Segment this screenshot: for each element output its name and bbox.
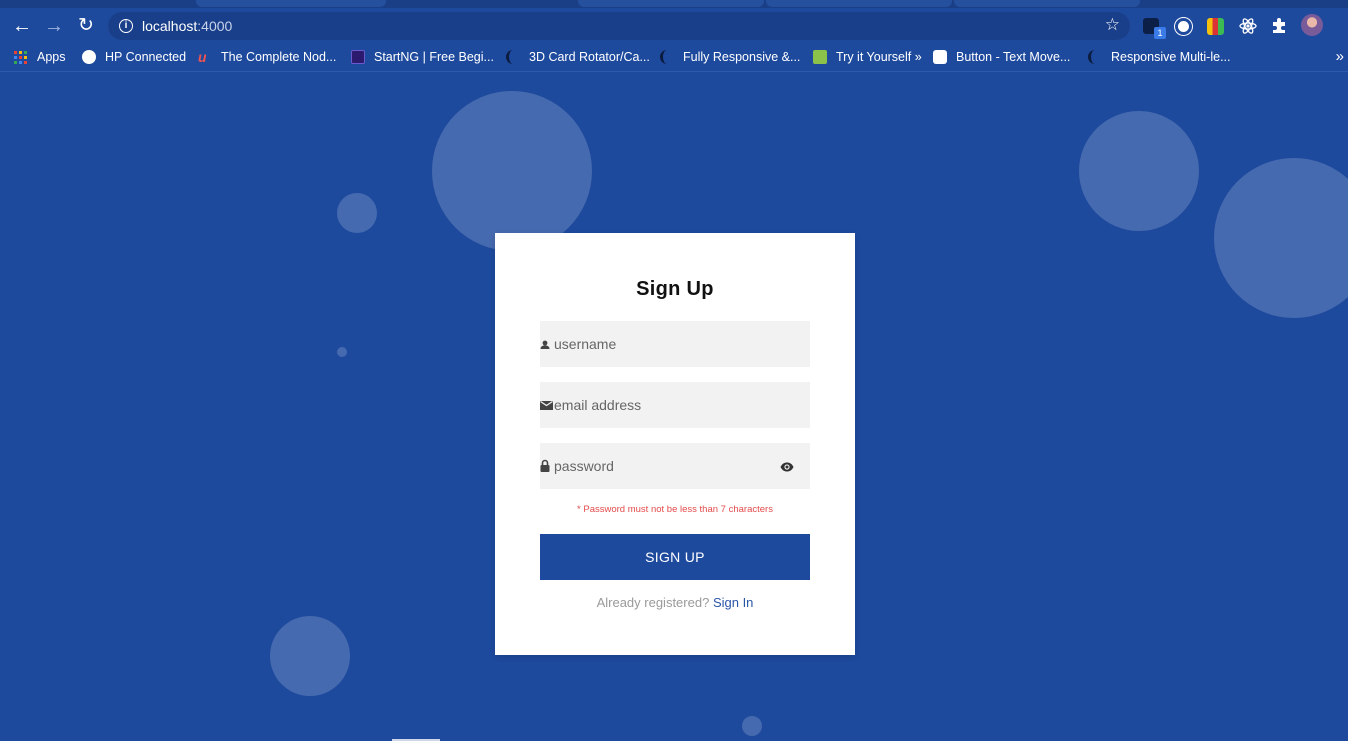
bookmark-label: Responsive Multi-le... <box>1111 50 1231 64</box>
bookmark-try-it[interactable]: Try it Yourself » <box>813 50 922 64</box>
username-input[interactable] <box>554 321 780 367</box>
decorative-bubble <box>742 716 762 736</box>
udemy-icon: u <box>198 49 207 65</box>
forward-arrow-icon[interactable]: → <box>42 14 66 38</box>
address-bar[interactable]: i localhost:4000 ☆ <box>108 12 1130 40</box>
profile-avatar[interactable] <box>1301 14 1323 36</box>
page-background: Sign Up * Password must not be less than… <box>0 77 1348 741</box>
browser-tab[interactable] <box>766 0 952 7</box>
codepen-moon-icon <box>660 50 674 64</box>
bookmarks-bar: Apps HP Connected u The Complete Nod... … <box>0 44 1348 72</box>
extension-badge: 1 <box>1154 27 1166 39</box>
bookmark-label: Try it Yourself » <box>836 50 922 64</box>
apps-grid-icon <box>14 50 27 64</box>
browser-toolbar: ← → ↻ i localhost:4000 ☆ 1 ⋮ <box>0 8 1348 44</box>
url-text: localhost:4000 <box>142 18 232 34</box>
bookmark-label: 3D Card Rotator/Ca... <box>529 50 650 64</box>
globe-icon <box>82 50 96 64</box>
bookmark-fully-responsive[interactable]: Fully Responsive &... <box>660 50 800 64</box>
password-field <box>540 443 810 489</box>
decorative-bubble <box>337 193 377 233</box>
decorative-bubble <box>432 91 592 251</box>
signin-link[interactable]: Sign In <box>713 595 753 610</box>
password-input[interactable] <box>554 443 780 489</box>
decorative-bubble <box>337 347 347 357</box>
back-arrow-icon[interactable]: ← <box>10 14 34 38</box>
password-hint: * Password must not be less than 7 chara… <box>577 504 773 515</box>
codepen-moon-icon <box>1088 50 1102 64</box>
w3schools-icon <box>813 50 827 64</box>
lock-icon <box>540 458 554 474</box>
bookmark-label: StartNG | Free Begi... <box>374 50 494 64</box>
decorative-bubble <box>1079 111 1199 231</box>
browser-menu-icon[interactable]: ⋮ <box>1340 10 1348 28</box>
bookmark-responsive-multi[interactable]: Responsive Multi-le... <box>1088 50 1231 64</box>
bookmark-apps[interactable]: Apps <box>14 50 66 64</box>
startng-icon <box>351 50 365 64</box>
bookmark-button-text[interactable]: Button - Text Move... <box>933 50 1070 64</box>
site-info-icon[interactable]: i <box>119 19 133 33</box>
extension-colors-icon[interactable] <box>1207 18 1224 35</box>
user-icon <box>540 336 554 352</box>
show-password-eye-icon[interactable] <box>780 460 794 472</box>
bookmark-label: Fully Responsive &... <box>683 50 801 64</box>
signin-prompt: Already registered? Sign In <box>495 595 855 610</box>
browser-tab[interactable] <box>196 0 386 7</box>
browser-tab[interactable] <box>578 0 764 7</box>
bookmark-label: HP Connected <box>105 50 187 64</box>
already-registered-text: Already registered? <box>596 595 710 610</box>
bookmark-startng[interactable]: StartNG | Free Begi... <box>351 50 494 64</box>
bookmark-label: Apps <box>37 50 66 64</box>
tab-strip <box>0 0 1348 8</box>
url-host: localhost <box>142 18 198 34</box>
bookmark-3d-card[interactable]: 3D Card Rotator/Ca... <box>506 50 650 64</box>
browser-tab[interactable] <box>954 0 1140 7</box>
signup-card: Sign Up * Password must not be less than… <box>495 233 855 655</box>
decorative-bubble <box>1214 158 1348 318</box>
mail-icon <box>540 397 554 413</box>
decorative-bubble <box>270 616 350 696</box>
codepen-moon-icon <box>506 50 520 64</box>
react-devtools-icon[interactable] <box>1239 17 1257 35</box>
bookmarks-overflow-button[interactable]: » <box>1336 48 1344 65</box>
reload-icon[interactable]: ↻ <box>74 14 98 38</box>
codepen-cube-icon <box>933 50 947 64</box>
username-field <box>540 321 810 367</box>
bookmark-complete-node[interactable]: u The Complete Nod... <box>198 50 336 64</box>
bookmark-hp-connected[interactable]: HP Connected <box>82 50 186 64</box>
bookmark-star-icon[interactable]: ☆ <box>1105 15 1120 35</box>
bookmark-label: Button - Text Move... <box>956 50 1071 64</box>
url-port: :4000 <box>197 18 233 34</box>
extensions-puzzle-icon[interactable] <box>1271 17 1288 34</box>
email-input[interactable] <box>554 382 780 428</box>
bookmark-label: The Complete Nod... <box>221 50 337 64</box>
extension-circle-icon[interactable] <box>1175 18 1192 35</box>
page-title: Sign Up <box>636 278 714 300</box>
email-field <box>540 382 810 428</box>
signup-button[interactable]: SIGN UP <box>540 534 810 580</box>
